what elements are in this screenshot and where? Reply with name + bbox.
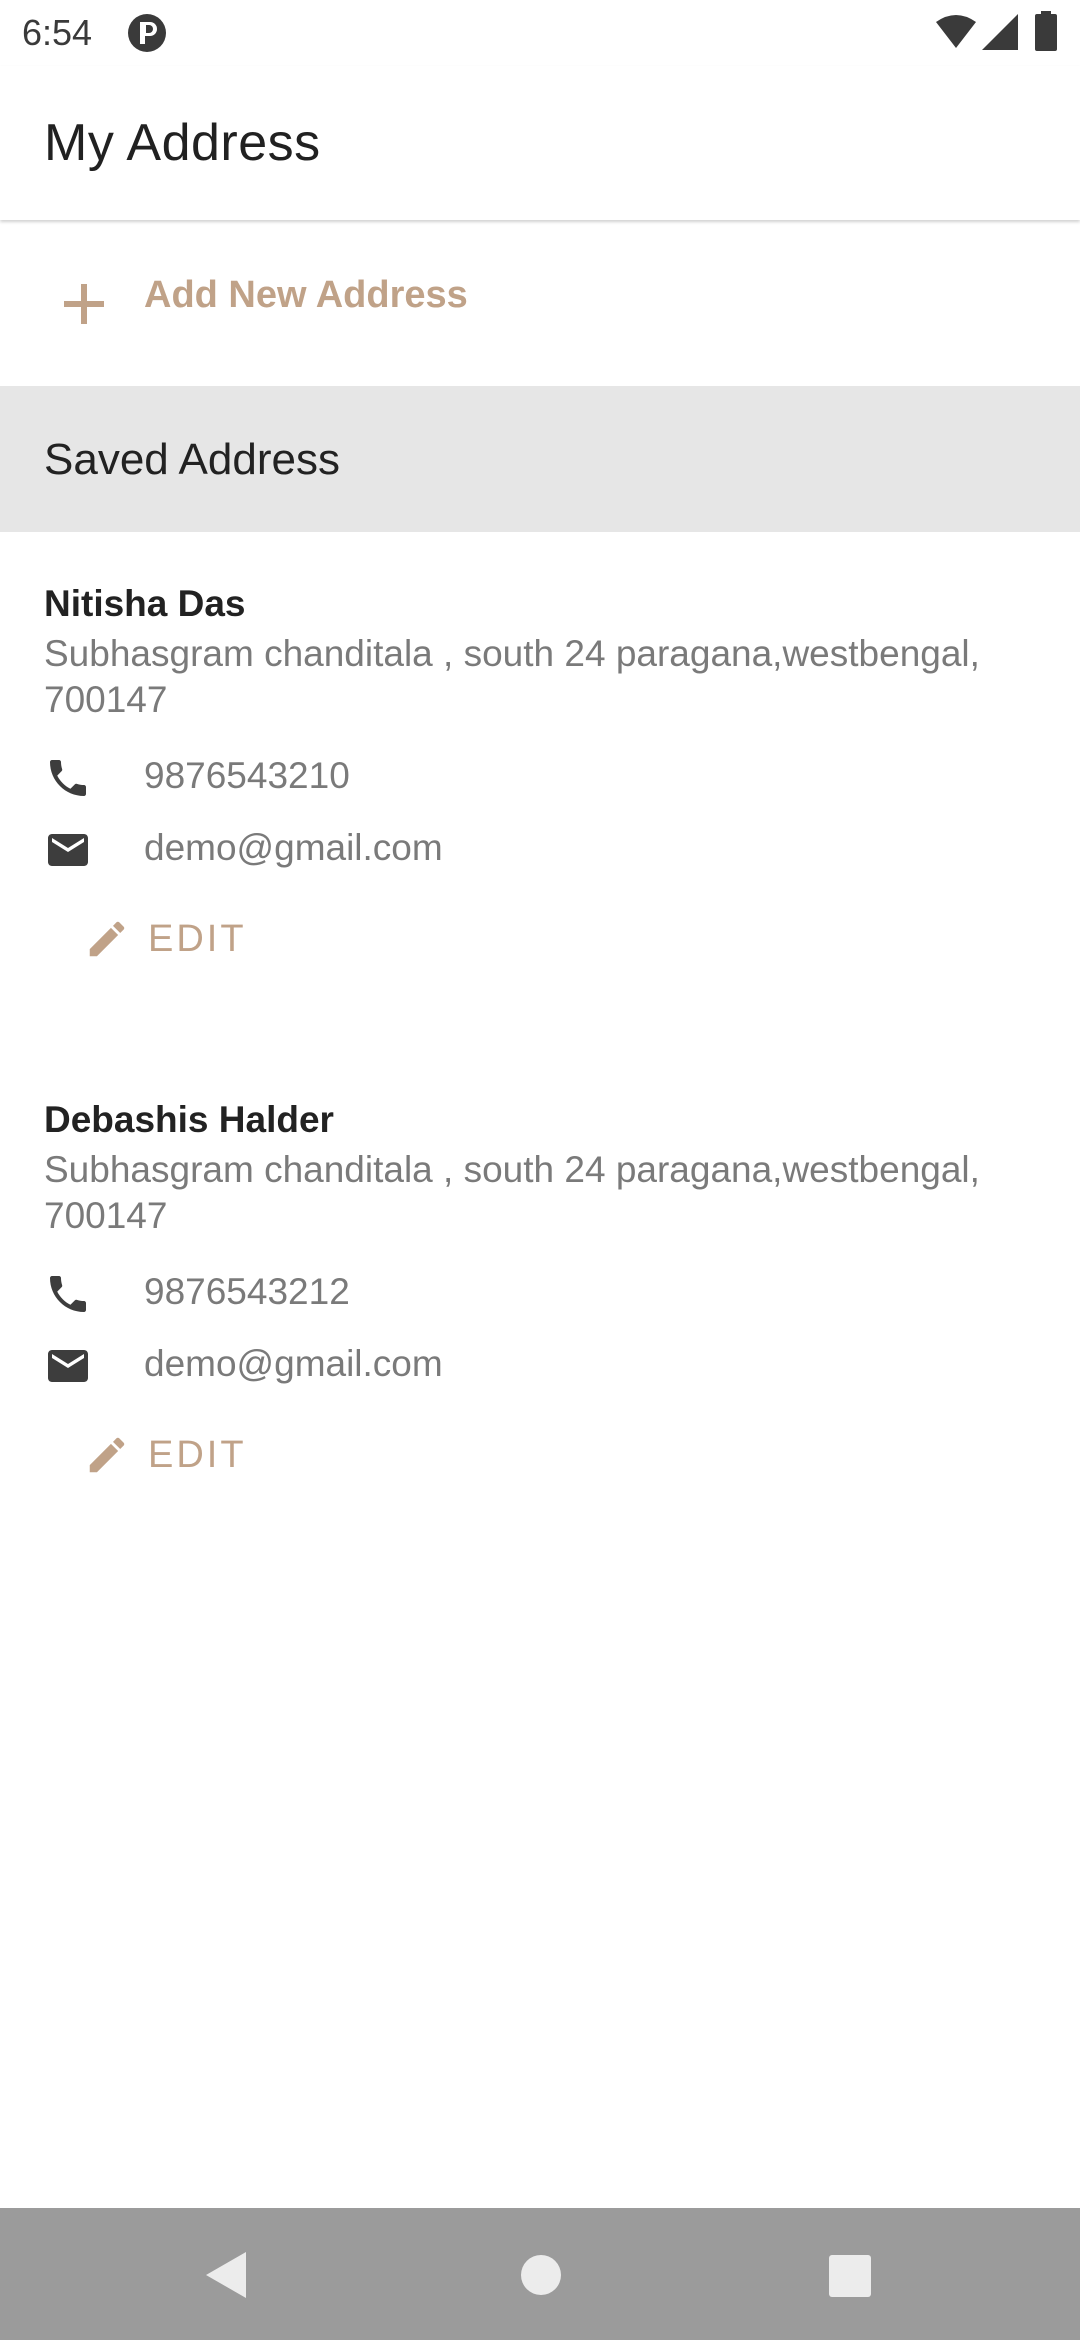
- saved-address-label: Saved Address: [44, 435, 340, 484]
- phone-number: 9876543212: [144, 1271, 350, 1312]
- edit-label: EDIT: [148, 1433, 247, 1476]
- wifi-icon: [936, 15, 976, 48]
- back-icon[interactable]: [202, 2250, 248, 2300]
- add-new-address-label: Add New Address: [144, 274, 468, 316]
- pencil-icon: [89, 921, 125, 957]
- address-text: Subhasgram chanditala , south 24 paragan…: [44, 1149, 980, 1236]
- pencil-icon: [89, 1437, 125, 1473]
- phone-icon: [50, 1276, 86, 1312]
- contact-name: Debashis Halder: [44, 1099, 334, 1140]
- status-time: 6:54: [22, 12, 93, 53]
- p-app-icon: [128, 14, 166, 52]
- saved-address-header: Saved Address: [0, 386, 1080, 532]
- page-title: My Address: [44, 114, 321, 172]
- mail-icon: [48, 834, 88, 866]
- address-text: Subhasgram chanditala , south 24 paragan…: [44, 633, 980, 720]
- phone-icon: [50, 760, 86, 796]
- status-bar: 6:54: [0, 0, 1080, 66]
- phone-number: 9876543210: [144, 755, 350, 796]
- edit-button[interactable]: EDIT: [84, 1425, 247, 1485]
- email-address: demo@gmail.com: [144, 827, 443, 868]
- system-nav-bar: [0, 2208, 1080, 2340]
- battery-icon: [1035, 11, 1057, 51]
- signal-icon: [982, 14, 1018, 50]
- edit-button[interactable]: EDIT: [84, 909, 247, 969]
- email-address: demo@gmail.com: [144, 1343, 443, 1384]
- plus-icon: [64, 284, 104, 324]
- app-bar: My Address: [0, 66, 1080, 220]
- add-new-address-button[interactable]: Add New Address: [0, 222, 1080, 386]
- recents-icon[interactable]: [828, 2254, 872, 2298]
- contact-name: Nitisha Das: [44, 583, 246, 624]
- home-icon[interactable]: [520, 2254, 562, 2296]
- edit-label: EDIT: [148, 917, 247, 960]
- mail-icon: [48, 1350, 88, 1382]
